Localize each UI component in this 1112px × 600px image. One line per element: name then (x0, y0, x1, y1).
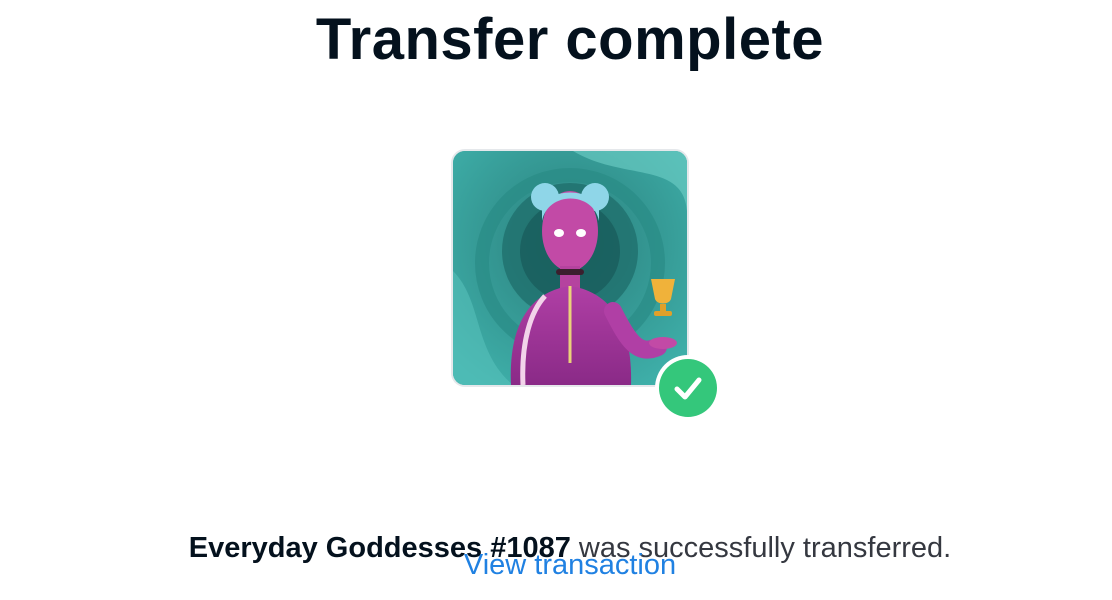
view-transaction-link[interactable]: View transaction (0, 549, 1112, 582)
page-title: Transfer complete (315, 7, 825, 72)
view-transaction-label[interactable]: View transaction (464, 549, 676, 581)
nft-image (451, 149, 689, 387)
check-circle-icon (655, 355, 721, 421)
nft-preview (451, 149, 721, 421)
